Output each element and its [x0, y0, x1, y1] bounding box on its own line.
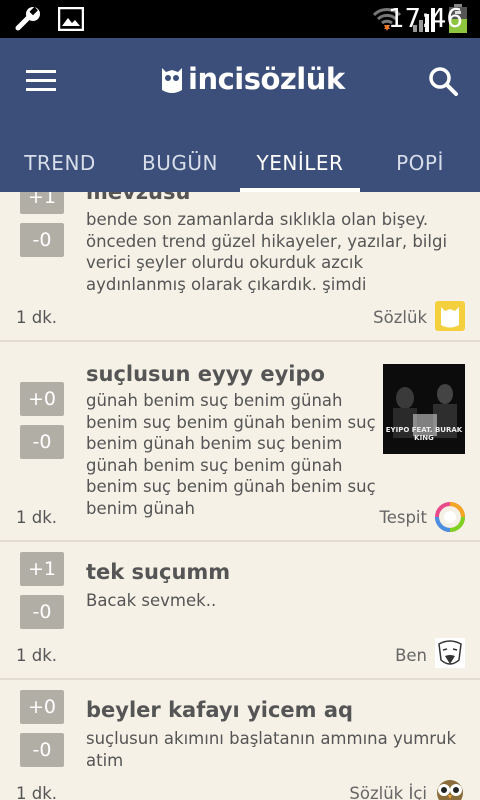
search-icon[interactable]: [428, 66, 458, 96]
entry-time: 1 dk.: [16, 308, 58, 327]
entry-body: suçlusun akımını başlatanın ammına yumru…: [86, 729, 457, 770]
entry-author[interactable]: Tespit: [379, 508, 427, 527]
entry-time: 1 dk.: [16, 508, 58, 527]
clock: 17:46: [388, 4, 463, 34]
entry-card[interactable]: +0 -0 suçlusun eyyy eyipo günah benim su…: [0, 342, 480, 542]
entry-card[interactable]: +0 -0 beyler kafayı yicem aq suçlusun ak…: [0, 680, 480, 800]
entry-title[interactable]: suçlusun eyyy eyipo: [86, 362, 325, 386]
entry-author[interactable]: Sözlük İçi: [349, 784, 427, 800]
entry-title[interactable]: tek suçumm: [86, 560, 230, 584]
upvote-button[interactable]: +1: [20, 192, 64, 214]
inci-logo-avatar-icon[interactable]: [435, 301, 465, 331]
entry-body: günah benim suç benim günah benim suç be…: [86, 391, 376, 518]
entry-title[interactable]: mevzusu: [86, 192, 190, 204]
hamburger-menu-icon[interactable]: [26, 70, 56, 92]
app-wordmark: incisözlük: [188, 62, 345, 96]
entry-body: Bacak sevmek..: [86, 591, 217, 610]
app-bar: incisözlük TREND BUGÜN YENİLER POPİ: [0, 38, 480, 192]
entry-card[interactable]: +1 -0 mevzusu bende son zamanlarda sıklı…: [0, 192, 480, 342]
rainbow-circle-avatar-icon[interactable]: [435, 502, 465, 532]
upvote-button[interactable]: +0: [20, 382, 64, 416]
upvote-button[interactable]: +1: [20, 552, 64, 586]
tab-bar: TREND BUGÜN YENİLER POPİ: [0, 134, 480, 192]
entry-time: 1 dk.: [16, 646, 58, 665]
downvote-button[interactable]: -0: [20, 223, 64, 257]
entry-thumbnail[interactable]: EYIPO FEAT. BURAK KING: [383, 364, 465, 454]
downvote-button[interactable]: -0: [20, 425, 64, 459]
tab-bugun[interactable]: BUGÜN: [120, 134, 240, 192]
owl-avatar-icon[interactable]: [435, 776, 465, 800]
guy-fawkes-mask-avatar-icon[interactable]: [435, 638, 465, 668]
tab-trend[interactable]: TREND: [0, 134, 120, 192]
entry-author[interactable]: Sözlük: [373, 308, 427, 327]
entry-card[interactable]: +1 -0 tek suçumm Bacak sevmek.. 1 dk. Be…: [0, 542, 480, 680]
entry-body: bende son zamanlarda sıklıkla olan bişey…: [86, 210, 448, 294]
downvote-button[interactable]: -0: [20, 733, 64, 767]
wrench-icon: [15, 6, 40, 31]
upvote-button[interactable]: +0: [20, 690, 64, 724]
app-logo: incisözlük: [160, 62, 345, 96]
entry-feed: +1 -0 mevzusu bende son zamanlarda sıklı…: [0, 192, 480, 800]
tab-yeniler[interactable]: YENİLER: [240, 134, 360, 192]
thumbnail-caption: EYIPO FEAT. BURAK KING: [385, 426, 463, 442]
image-icon: [58, 7, 84, 31]
owl-logo-icon: [162, 68, 182, 93]
entry-time: 1 dk.: [16, 784, 58, 800]
entry-title[interactable]: beyler kafayı yicem aq: [86, 698, 353, 722]
status-bar: 17:46: [0, 0, 480, 38]
entry-author[interactable]: Ben: [395, 646, 427, 665]
downvote-button[interactable]: -0: [20, 595, 64, 629]
tab-popi[interactable]: POPİ: [360, 134, 480, 192]
